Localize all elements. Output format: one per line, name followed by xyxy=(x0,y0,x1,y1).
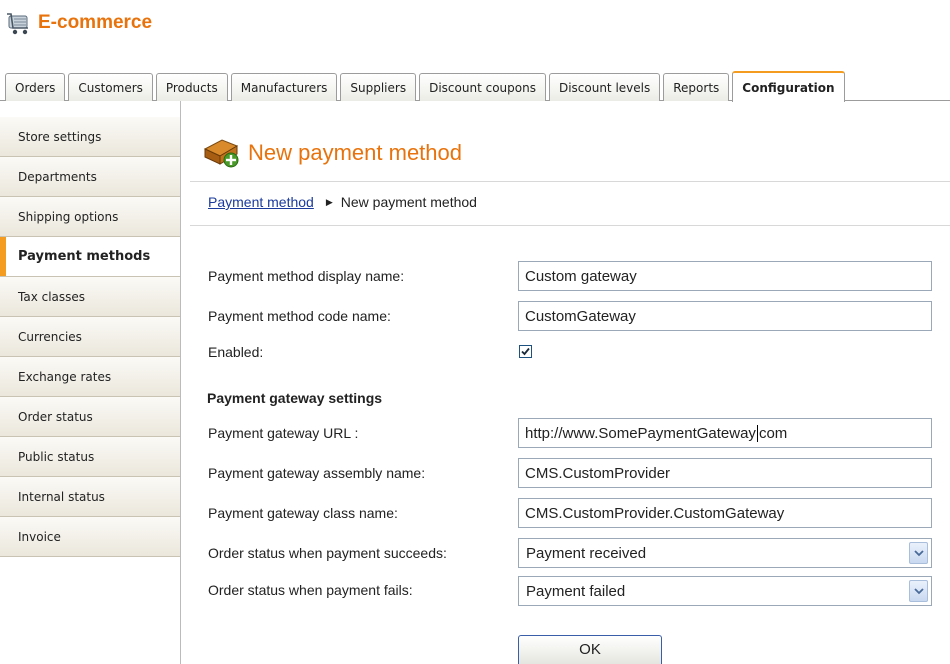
page-title: New payment method xyxy=(248,140,462,165)
sidebar-item-payment-methods[interactable]: Payment methods xyxy=(0,237,180,277)
tab-configuration[interactable]: Configuration xyxy=(732,71,845,102)
code-name-label: Payment method code name: xyxy=(208,308,391,324)
display-name-label: Payment method display name: xyxy=(208,268,405,284)
sidebar-item-invoice[interactable]: Invoice xyxy=(0,517,180,557)
sidebar-top-spacer xyxy=(0,101,180,117)
code-name-input[interactable]: CustomGateway xyxy=(518,301,932,331)
tab-reports[interactable]: Reports xyxy=(663,73,730,101)
enabled-checkbox[interactable] xyxy=(519,345,532,358)
display-name-input[interactable]: Custom gateway xyxy=(518,261,932,291)
title-divider xyxy=(190,181,950,182)
tab-orders[interactable]: Orders xyxy=(5,73,66,101)
class-name-input[interactable]: CMS.CustomProvider.CustomGateway xyxy=(518,498,932,528)
checkmark-icon xyxy=(521,347,530,356)
ok-button[interactable]: OK xyxy=(518,635,662,664)
app-header: E-commerce xyxy=(0,0,950,54)
status-success-label: Order status when payment succeeds: xyxy=(208,545,447,561)
breadcrumb-arrow-icon: ▶ xyxy=(325,196,333,207)
tab-discount-levels[interactable]: Discount levels xyxy=(548,73,661,101)
cart-icon xyxy=(7,13,28,35)
dropdown-button[interactable] xyxy=(909,542,928,564)
tab-manufacturers[interactable]: Manufacturers xyxy=(230,73,338,101)
breadcrumb: Payment method ▶ New payment method xyxy=(208,194,477,210)
tab-customers[interactable]: Customers xyxy=(68,73,153,101)
dropdown-button[interactable] xyxy=(909,580,928,602)
tab-suppliers[interactable]: Suppliers xyxy=(340,73,417,101)
tab-products[interactable]: Products xyxy=(155,73,228,101)
chevron-down-icon xyxy=(913,587,924,594)
sidebar-item-exchange-rates[interactable]: Exchange rates xyxy=(0,357,180,397)
sidebar-item-order-status[interactable]: Order status xyxy=(0,397,180,437)
main-tabs: Orders Customers Products Manufacturers … xyxy=(5,71,848,102)
sidebar: Store settings Departments Shipping opti… xyxy=(0,117,180,557)
sidebar-item-currencies[interactable]: Currencies xyxy=(0,317,180,357)
app-title: E-commerce xyxy=(38,12,153,33)
gateway-url-input[interactable]: http://www.SomePaymentGateway com xyxy=(518,418,932,448)
assembly-name-input[interactable]: CMS.CustomProvider xyxy=(518,458,932,488)
tab-discount-coupons[interactable]: Discount coupons xyxy=(419,73,546,101)
breadcrumb-current: New payment method xyxy=(340,194,477,210)
sidebar-item-internal-status[interactable]: Internal status xyxy=(0,477,180,517)
status-fail-select[interactable]: Payment failed xyxy=(518,576,932,606)
enabled-label: Enabled: xyxy=(208,344,264,360)
sidebar-item-public-status[interactable]: Public status xyxy=(0,437,180,477)
text-caret xyxy=(756,424,758,442)
status-success-select[interactable]: Payment received xyxy=(518,538,932,568)
sidebar-item-store-settings[interactable]: Store settings xyxy=(0,117,180,157)
sidebar-item-shipping-options[interactable]: Shipping options xyxy=(0,197,180,237)
assembly-name-label: Payment gateway assembly name: xyxy=(208,465,426,481)
sidebar-item-tax-classes[interactable]: Tax classes xyxy=(0,277,180,317)
payment-method-add-icon xyxy=(203,139,239,168)
breadcrumb-divider xyxy=(190,225,950,226)
sidebar-item-departments[interactable]: Departments xyxy=(0,157,180,197)
gateway-settings-heading: Payment gateway settings xyxy=(207,390,383,406)
gateway-url-label: Payment gateway URL : xyxy=(208,425,359,441)
breadcrumb-link-payment-method[interactable]: Payment method xyxy=(208,194,314,210)
status-fail-label: Order status when payment fails: xyxy=(208,582,413,598)
class-name-label: Payment gateway class name: xyxy=(208,505,398,521)
chevron-down-icon xyxy=(913,549,924,556)
sidebar-border xyxy=(180,101,181,664)
